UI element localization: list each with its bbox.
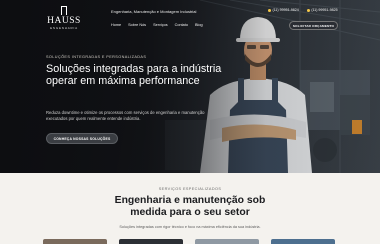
phone-icon <box>306 8 310 12</box>
phone-number-1: (11) 99951-9824 <box>272 8 299 12</box>
services-eyebrow: SERVIÇOS ESPECIALIZADOS <box>158 187 222 191</box>
phone-list: (11) 99951-9824 (11) 99951-9825 <box>268 8 338 12</box>
services-title-highlight: seu setor <box>203 207 250 218</box>
request-quote-button[interactable]: SOLICITAR ORÇAMENTO <box>289 21 338 30</box>
hero-description: Reduza downtime e otimize os processos c… <box>46 110 205 121</box>
logo-mark-icon <box>61 6 67 15</box>
logo[interactable]: HAUSS ENGENHARIA <box>44 6 84 34</box>
nav-blog[interactable]: Blog <box>195 23 203 27</box>
services-section: SERVIÇOS ESPECIALIZADOS Engenharia e man… <box>0 173 380 244</box>
service-card-1[interactable] <box>43 239 107 244</box>
service-card-2[interactable] <box>119 239 183 244</box>
nav-sobre[interactable]: Sobre Nós <box>128 23 146 27</box>
header-tagline: Engenharia, Manutenção e Montagem Indust… <box>111 9 197 14</box>
phone-link-1[interactable]: (11) 99951-9824 <box>268 8 299 12</box>
service-cards <box>43 239 337 244</box>
services-description: Soluções integradas com rigor técnico e … <box>119 225 261 229</box>
nav-servicos[interactable]: Serviços <box>153 23 168 27</box>
service-card-3[interactable] <box>195 239 259 244</box>
logo-name: HAUSS <box>47 16 81 26</box>
solutions-button[interactable]: CONHEÇA NOSSAS SOLUÇÕES <box>46 133 118 144</box>
services-title-line2: medida para o <box>130 207 201 218</box>
hero-title: Soluções integradas para a indústria ope… <box>46 63 222 87</box>
logo-subtitle: ENGENHARIA <box>50 26 78 30</box>
services-title: Engenharia e manutenção sob medida para … <box>0 195 380 219</box>
main-nav: Home Sobre Nós Serviços Contato Blog <box>111 23 203 27</box>
phone-icon <box>268 8 271 12</box>
phone-number-2: (11) 99951-9825 <box>311 8 338 12</box>
phone-link-2[interactable]: (11) 99951-9825 <box>306 8 338 12</box>
service-card-4[interactable] <box>271 239 335 244</box>
hero-eyebrow: SOLUÇÕES INTEGRADAS E PERSONALIZADAS <box>46 55 147 59</box>
nav-contato[interactable]: Contato <box>175 23 188 27</box>
services-title-line1: Engenharia e manutenção sob <box>114 195 266 206</box>
hero-section: HAUSS ENGENHARIA Engenharia, Manutenção … <box>0 0 380 173</box>
nav-home[interactable]: Home <box>111 23 121 27</box>
